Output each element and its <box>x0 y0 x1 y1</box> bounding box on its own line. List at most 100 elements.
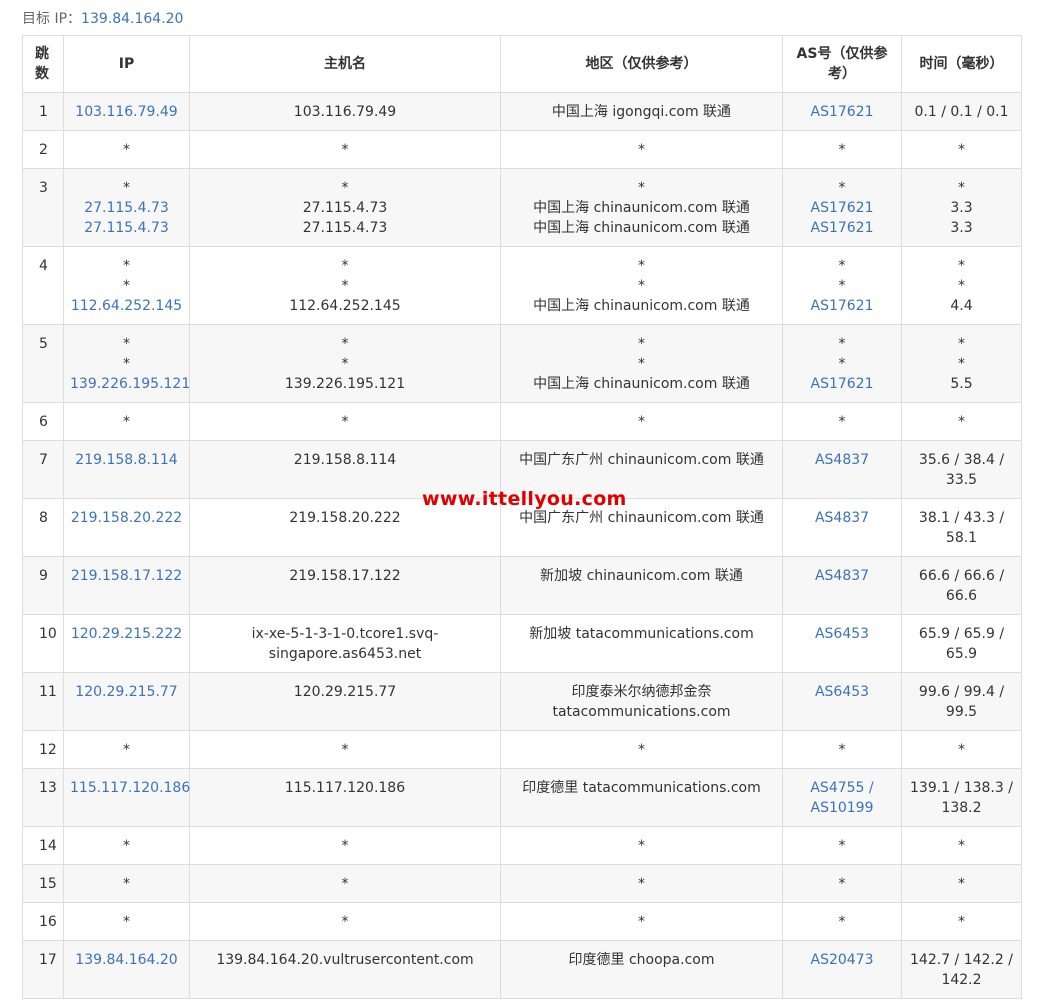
header-region: 地区（仅供参考） <box>500 35 783 93</box>
as-value[interactable]: AS17621 <box>789 296 895 316</box>
as-value: * <box>838 356 846 372</box>
time-value: 38.1 / 43.3 / <box>918 510 1005 526</box>
ip-value[interactable]: 115.117.120.186 <box>70 778 190 798</box>
header-time: 时间（毫秒） <box>901 35 1022 93</box>
hop-number: 10 <box>22 614 64 673</box>
ip-cell: * * 112.64.252.145 <box>63 246 190 325</box>
time-value: 35.6 / 38.4 / <box>918 452 1005 468</box>
as-value: * <box>838 336 846 352</box>
table-row: 9 219.158.17.122 219.158.17.122 新加坡 chinaun… <box>22 556 1022 615</box>
time-cell: 38.1 / 43.3 / 58.1 <box>901 498 1022 557</box>
hop-number: 1 <box>22 92 64 131</box>
time-cell: 99.6 / 99.4 / 99.5 <box>901 672 1022 731</box>
header-ip: IP <box>63 35 190 93</box>
host-value: 219.158.8.114 <box>293 452 397 468</box>
as-value[interactable]: AS17621 <box>789 102 895 122</box>
as-value[interactable]: AS4837 <box>789 566 895 586</box>
target-ip-label: 目标 IP： <box>22 11 82 27</box>
as-value[interactable]: AS17621 <box>789 198 895 218</box>
host-value: ix-xe-5-1-3-1-0.tcore1.svq- <box>251 626 439 642</box>
region-cell: * <box>500 902 783 941</box>
as-value[interactable]: AS17621 <box>789 218 895 238</box>
host-value: * <box>341 336 349 352</box>
ip-value[interactable]: 120.29.215.222 <box>70 624 183 644</box>
host-value: * <box>341 258 349 274</box>
host-value: 103.116.79.49 <box>293 104 397 120</box>
region-value: 印度泰米尔纳德邦金奈 <box>571 684 712 700</box>
as-cell: * <box>782 826 902 865</box>
region-value: * <box>638 838 645 854</box>
ip-value[interactable]: 219.158.20.222 <box>70 508 183 528</box>
as-value: * <box>838 258 846 274</box>
region-cell: * <box>500 826 783 865</box>
hop-number: 15 <box>22 864 64 903</box>
host-cell: 219.158.17.122 <box>189 556 501 615</box>
host-cell: * 27.115.4.73 27.115.4.73 <box>189 168 501 247</box>
as-value[interactable]: AS4837 <box>789 508 895 528</box>
host-value: 219.158.17.122 <box>289 568 401 584</box>
table-row: 16 * * * * * <box>22 902 1022 941</box>
time-value: 138.2 <box>941 800 982 816</box>
time-value: 0.1 / 0.1 / 0.1 <box>914 104 1009 120</box>
as-value: * <box>838 278 846 294</box>
region-value: * <box>638 914 645 930</box>
host-cell: ix-xe-5-1-3-1-0.tcore1.svq-singapore.as6… <box>189 614 501 673</box>
hop-number: 17 <box>22 940 64 999</box>
host-cell: * <box>189 826 501 865</box>
time-value: * <box>958 258 965 274</box>
host-value: 115.117.120.186 <box>284 780 406 796</box>
region-cell: 中国上海 igongqi.com 联通 <box>500 92 783 131</box>
region-value: 中国广东广州 chinaunicom.com 联通 <box>519 510 764 526</box>
host-cell: * <box>189 402 501 441</box>
time-value: * <box>958 914 965 930</box>
time-value: 142.7 / 142.2 / <box>910 952 1013 968</box>
time-cell: 0.1 / 0.1 / 0.1 <box>901 92 1022 131</box>
host-value: singapore.as6453.net <box>268 646 422 662</box>
hop-number: 8 <box>22 498 64 557</box>
hop-number: 7 <box>22 440 64 499</box>
as-value: * <box>838 838 846 854</box>
ip-value[interactable]: 103.116.79.49 <box>70 102 183 122</box>
hop-number: 6 <box>22 402 64 441</box>
host-cell: * <box>189 864 501 903</box>
as-value: * <box>838 876 846 892</box>
as-value[interactable]: AS20473 <box>789 950 895 970</box>
ip-value[interactable]: 27.115.4.73 <box>70 218 183 238</box>
ip-value[interactable]: 219.158.17.122 <box>70 566 183 586</box>
ip-value: * <box>123 180 130 196</box>
time-value: 3.3 <box>950 200 973 216</box>
hop-number: 11 <box>22 672 64 731</box>
target-ip-link[interactable]: 139.84.164.20 <box>81 11 183 27</box>
ip-value[interactable]: 112.64.252.145 <box>70 296 183 316</box>
ip-value[interactable]: 27.115.4.73 <box>70 198 183 218</box>
host-value: * <box>341 278 349 294</box>
time-value: 99.5 <box>945 704 978 720</box>
as-cell: AS4837 <box>782 498 902 557</box>
ip-value: * <box>123 336 130 352</box>
host-value: * <box>341 356 349 372</box>
ip-value[interactable]: 139.226.195.121 <box>70 374 190 394</box>
region-cell: * <box>500 402 783 441</box>
hop-number: 2 <box>22 130 64 169</box>
time-value: * <box>958 142 965 158</box>
host-cell: 139.84.164.20.vultrusercontent.com <box>189 940 501 999</box>
table-row: 12 * * * * * <box>22 730 1022 769</box>
region-value: 中国上海 chinaunicom.com 联通 <box>533 200 750 216</box>
as-value[interactable]: AS10199 <box>789 798 895 818</box>
host-cell: * <box>189 130 501 169</box>
region-cell: * * 中国上海 chinaunicom.com 联通 <box>500 324 783 403</box>
host-cell: 120.29.215.77 <box>189 672 501 731</box>
as-value[interactable]: AS4755 / <box>789 778 895 798</box>
region-value: 新加坡 tatacommunications.com <box>529 626 754 642</box>
as-value[interactable]: AS6453 <box>789 624 895 644</box>
ip-value[interactable]: 219.158.8.114 <box>70 450 183 470</box>
as-value[interactable]: AS4837 <box>789 450 895 470</box>
time-value: 99.6 / 99.4 / <box>918 684 1005 700</box>
as-value[interactable]: AS17621 <box>789 374 895 394</box>
ip-cell: 120.29.215.77 <box>63 672 190 731</box>
as-value[interactable]: AS6453 <box>789 682 895 702</box>
ip-value[interactable]: 120.29.215.77 <box>70 682 183 702</box>
ip-value[interactable]: 139.84.164.20 <box>70 950 183 970</box>
time-value: * <box>958 180 965 196</box>
ip-cell: * 27.115.4.73 27.115.4.73 <box>63 168 190 247</box>
